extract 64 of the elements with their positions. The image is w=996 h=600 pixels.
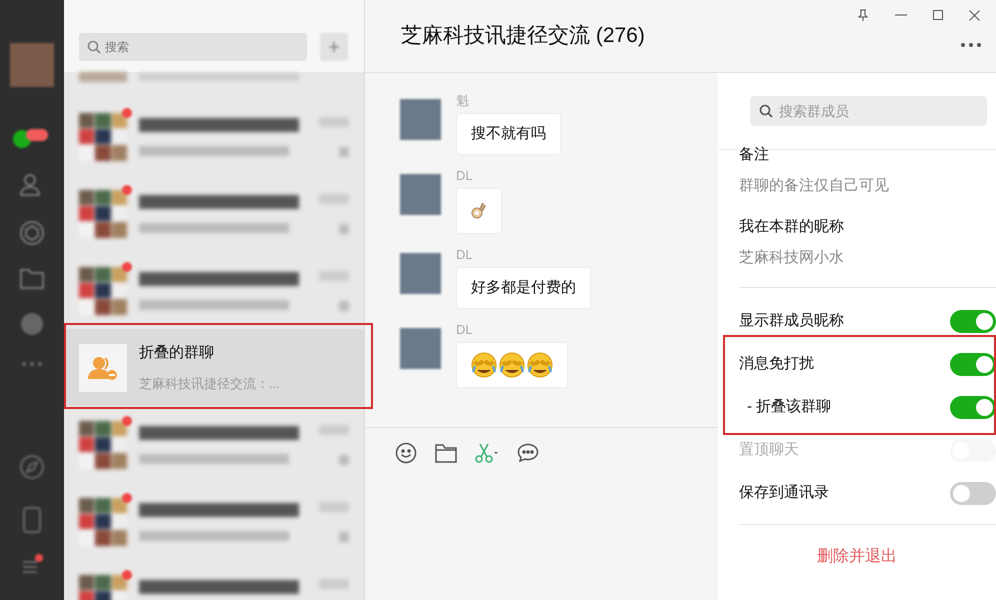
toggle-switch[interactable] xyxy=(950,482,996,505)
toggle-switch[interactable] xyxy=(950,310,996,333)
avatar-placeholder[interactable] xyxy=(400,253,441,294)
group-avatar-placeholder xyxy=(79,266,127,314)
blurred-mute-icon xyxy=(339,146,349,156)
toggle-label: 消息免打扰 xyxy=(739,354,814,374)
blurred-time xyxy=(319,194,349,204)
member-search-field[interactable]: 搜索群成员 xyxy=(750,96,987,126)
minimize-icon[interactable] xyxy=(895,14,907,16)
plus-icon xyxy=(328,41,340,53)
emoji-icon[interactable] xyxy=(395,442,417,464)
close-icon[interactable] xyxy=(969,10,980,20)
toggle-label: 保存到通讯录 xyxy=(739,483,829,504)
group-avatar-placeholder xyxy=(79,112,127,160)
group-avatar-placeholder xyxy=(79,190,127,238)
chat-bubble-icon[interactable] xyxy=(517,443,539,463)
chat-name: 折叠的群聊 xyxy=(139,342,215,362)
folded-group-icon xyxy=(79,344,127,392)
toggle-label: 置顶聊天 xyxy=(739,440,799,460)
maximize-icon[interactable] xyxy=(933,10,943,20)
chat-title: 芝麻科技讯捷径交流 (276) xyxy=(401,23,645,50)
toggle-label: 显示群成员昵称 xyxy=(739,311,844,332)
avatar-placeholder[interactable] xyxy=(400,99,441,140)
sender-name: 魁 xyxy=(456,93,470,109)
crying-face-icon xyxy=(499,352,525,378)
field-label: 我在本群的昵称 xyxy=(739,217,845,237)
blurred-mute-icon xyxy=(339,454,349,464)
more-icon[interactable] xyxy=(961,43,981,47)
crying-face-icon xyxy=(471,352,497,378)
menu-icon[interactable] xyxy=(20,554,44,576)
blurred-mute-icon xyxy=(339,300,349,310)
toggle-switch[interactable] xyxy=(950,353,996,376)
field-value[interactable]: 芝麻科技网小水 xyxy=(739,246,996,269)
group-avatar-placeholder xyxy=(79,498,127,546)
avatar-placeholder[interactable] xyxy=(400,174,441,215)
scissors-icon[interactable] xyxy=(475,442,499,464)
sender-name: DL xyxy=(456,247,474,263)
chat-preview: 芝麻科技讯捷径交流：... xyxy=(139,375,280,393)
folded-chats-item[interactable]: 折叠的群聊 芝麻科技讯捷径交流：... xyxy=(64,329,364,406)
group-avatar-placeholder xyxy=(79,420,127,468)
message-bubble: 搜不就有吗 xyxy=(456,113,561,155)
blurred-time xyxy=(319,270,349,280)
crying-face-icon xyxy=(527,352,553,378)
folder-icon[interactable] xyxy=(435,443,457,463)
blurred-mute-icon xyxy=(339,224,349,234)
blurred-mute-icon xyxy=(339,532,349,542)
delete-and-exit-button[interactable]: 删除并退出 xyxy=(817,545,897,569)
avatar-placeholder[interactable] xyxy=(400,328,441,369)
search-icon xyxy=(87,40,101,54)
pin-icon[interactable] xyxy=(857,9,869,21)
toggle-switch[interactable] xyxy=(950,396,996,419)
blurred-time xyxy=(319,424,349,434)
blurred-time xyxy=(319,502,349,512)
sender-name: DL xyxy=(456,322,474,338)
compass-icon[interactable] xyxy=(19,454,45,480)
sender-name: DL xyxy=(456,168,474,184)
blurred-time xyxy=(319,578,349,588)
search-field[interactable]: 搜索 xyxy=(79,33,307,61)
blurred-time xyxy=(319,116,349,126)
field-value[interactable]: 群聊的备注仅自己可见 xyxy=(739,174,996,197)
field-label: 备注 xyxy=(739,145,770,165)
search-icon xyxy=(759,104,773,118)
toggle-label: - 折叠该群聊 xyxy=(746,397,832,418)
message-bubble: 好多都是付费的 xyxy=(456,267,591,309)
